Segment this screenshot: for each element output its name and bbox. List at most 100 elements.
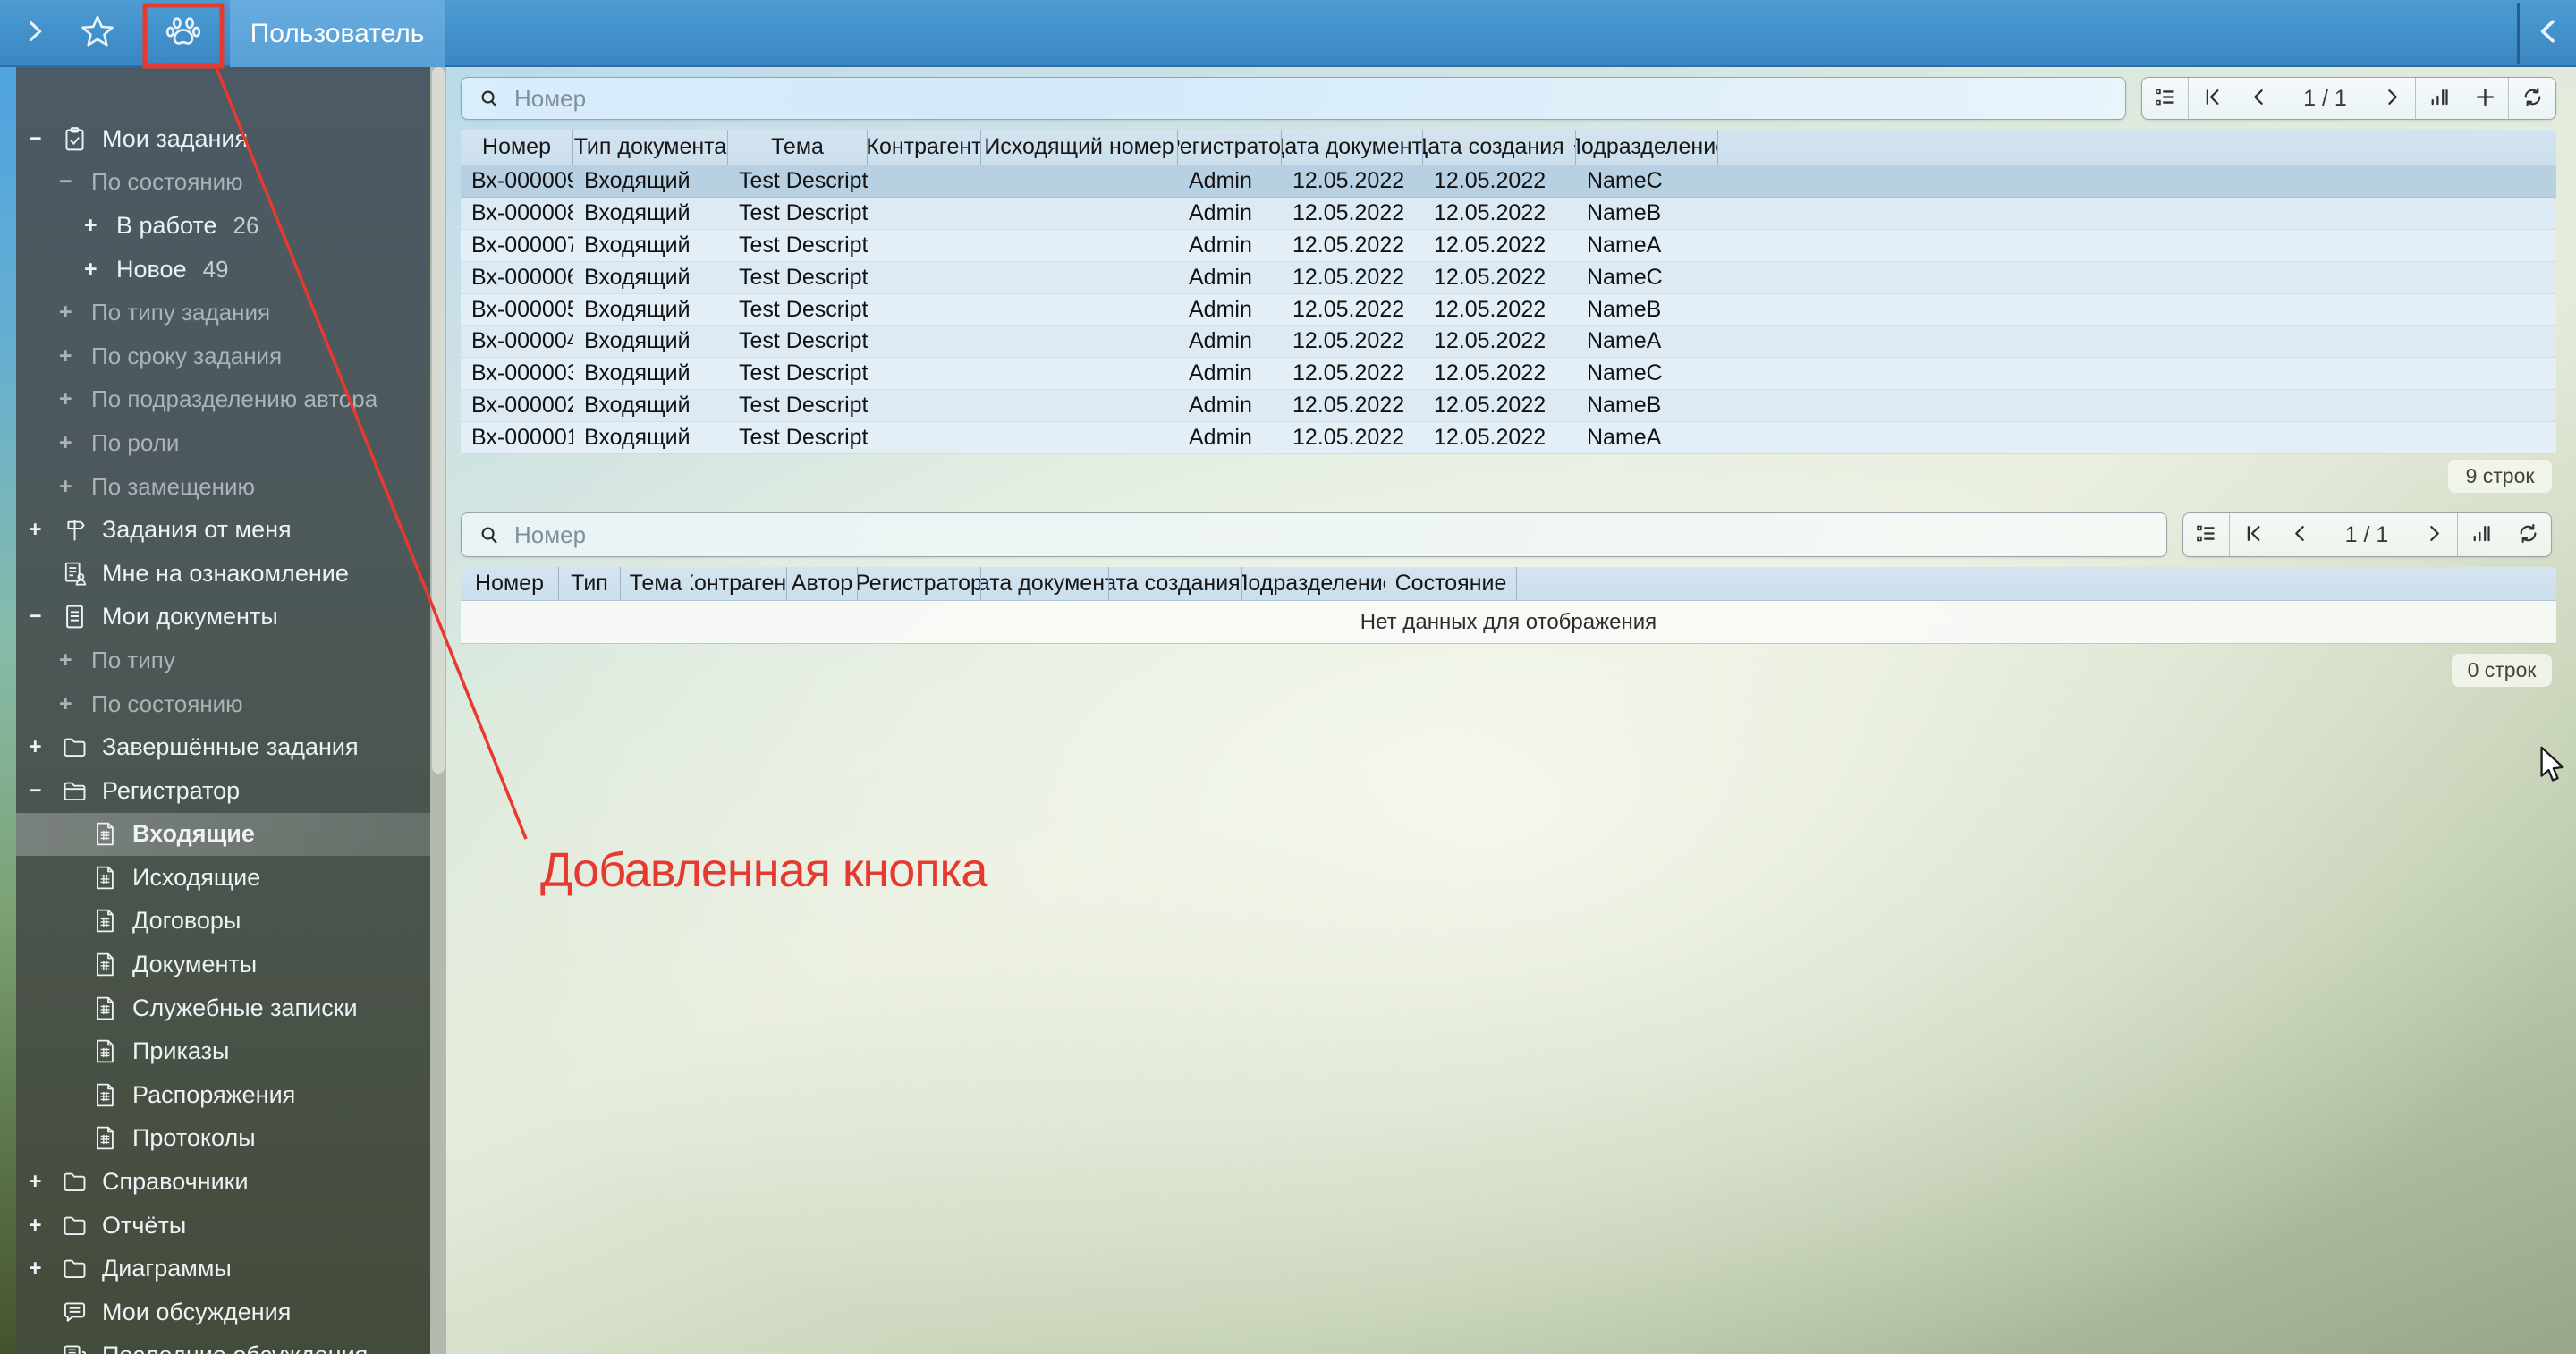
sidebar-item-reference-books[interactable]: +Справочники xyxy=(16,1160,430,1204)
sidebar-item-by-author-department[interactable]: +По подразделению автора xyxy=(16,378,430,422)
expand-icon[interactable]: + xyxy=(84,213,116,239)
sidebar-item-memos[interactable]: Служебные записки xyxy=(16,986,430,1030)
sidebar-item-incoming[interactable]: Входящие xyxy=(16,813,430,857)
column-header[interactable]: Тип xyxy=(559,567,621,600)
expand-icon[interactable]: + xyxy=(29,1169,61,1195)
refresh-button[interactable] xyxy=(2504,513,2551,556)
column-header[interactable]: Дата создания xyxy=(1109,567,1242,600)
search-input[interactable] xyxy=(514,521,2166,549)
column-header[interactable]: Дата создания xyxy=(1423,130,1576,165)
favorites-button[interactable] xyxy=(72,7,123,59)
expand-icon[interactable]: + xyxy=(59,430,91,456)
expand-icon[interactable]: + xyxy=(29,734,61,760)
table-row[interactable]: Вх-000007ВходящийTest DescriptionAdmin12… xyxy=(461,230,2556,262)
sidebar-item-for-my-review[interactable]: Мне на ознакомление xyxy=(16,552,430,596)
sidebar-item-by-type[interactable]: +По типу xyxy=(16,639,430,682)
prev-page-button[interactable] xyxy=(2276,513,2323,556)
chart-button[interactable] xyxy=(2416,78,2462,119)
column-header[interactable]: Подразделение xyxy=(1242,567,1385,600)
table-row[interactable]: Вх-000006ВходящийTest DescriptionAdmin12… xyxy=(461,262,2556,294)
sidebar-item-tasks-from-me[interactable]: +Задания от меня xyxy=(16,508,430,552)
sidebar-item-protocols[interactable]: Протоколы xyxy=(16,1117,430,1161)
prev-page-button[interactable] xyxy=(2235,78,2282,119)
table-row[interactable]: Вх-000003ВходящийTest DescriptionAdmin12… xyxy=(461,358,2556,390)
sidebar-item-by-state[interactable]: −По состоянию xyxy=(16,161,430,205)
table-row[interactable]: Вх-000002ВходящийTest DescriptionAdmin12… xyxy=(461,390,2556,422)
collapse-icon[interactable]: − xyxy=(29,778,61,804)
sidebar-item-directives[interactable]: Распоряжения xyxy=(16,1073,430,1117)
column-header[interactable]: Состояние xyxy=(1385,567,1517,600)
table-row[interactable]: Вх-000001ВходящийTest DescriptionAdmin12… xyxy=(461,422,2556,454)
sidebar-item-reports[interactable]: +Отчёты xyxy=(16,1204,430,1248)
column-header[interactable]: Исходящий номер xyxy=(981,130,1178,165)
collapse-panel-button[interactable] xyxy=(2522,7,2574,59)
tab-user[interactable]: Пользователь xyxy=(230,0,445,67)
sidebar-item-documents[interactable]: Документы xyxy=(16,943,430,986)
expand-icon[interactable]: + xyxy=(84,257,116,283)
column-header-label: Контрагент xyxy=(691,571,787,597)
expand-icon[interactable]: + xyxy=(59,691,91,717)
next-page-button[interactable] xyxy=(2368,78,2415,119)
sidebar-item-by-task-deadline[interactable]: +По сроку задания xyxy=(16,334,430,378)
expand-icon[interactable]: + xyxy=(29,1256,61,1282)
table-row[interactable]: Вх-000009ВходящийTest DescriptionAdmin12… xyxy=(461,165,2556,198)
column-header[interactable]: Тема xyxy=(728,130,868,165)
view-mode-button[interactable] xyxy=(2142,78,2189,119)
sidebar-item-orders[interactable]: Приказы xyxy=(16,1029,430,1073)
expand-icon[interactable]: + xyxy=(59,474,91,500)
expand-icon[interactable]: + xyxy=(29,517,61,543)
add-button[interactable] xyxy=(2462,78,2509,119)
column-header-label: Подразделение xyxy=(1242,571,1385,597)
sidebar-item-in-progress[interactable]: +В работе26 xyxy=(16,204,430,248)
sidebar-item-by-state-docs[interactable]: +По состоянию xyxy=(16,682,430,726)
collapse-icon[interactable]: − xyxy=(29,604,61,630)
column-header[interactable]: Контрагент xyxy=(691,567,787,600)
sidebar-item-by-task-type[interactable]: +По типу задания xyxy=(16,291,430,334)
expand-icon[interactable]: + xyxy=(59,386,91,412)
column-header[interactable]: Номер xyxy=(461,130,573,165)
expand-icon[interactable]: + xyxy=(59,647,91,673)
sidebar-item-recent-discussions[interactable]: Последние обсуждения xyxy=(16,1334,430,1354)
sidebar-item-by-substitution[interactable]: +По замещению xyxy=(16,465,430,509)
sidebar-scrollbar-thumb[interactable] xyxy=(432,67,445,774)
sidebar-scrollbar[interactable] xyxy=(430,67,446,1354)
sidebar-item-diagrams[interactable]: +Диаграммы xyxy=(16,1247,430,1291)
column-header[interactable]: Номер xyxy=(461,567,559,600)
table-row[interactable]: Вх-000004ВходящийTest DescriptionAdmin12… xyxy=(461,326,2556,358)
column-header[interactable]: Тип документа xyxy=(573,130,728,165)
refresh-button[interactable] xyxy=(2509,78,2555,119)
sidebar-item-new[interactable]: +Новое49 xyxy=(16,248,430,292)
sidebar-item-my-tasks[interactable]: −Мои задания xyxy=(16,117,430,161)
table-row[interactable]: Вх-000008ВходящийTest DescriptionAdmin12… xyxy=(461,198,2556,230)
first-page-button[interactable] xyxy=(2189,78,2235,119)
sidebar-item-outgoing[interactable]: Исходящие xyxy=(16,856,430,900)
first-page-button[interactable] xyxy=(2230,513,2276,556)
column-header[interactable]: Дата документа xyxy=(981,567,1109,600)
expand-menu-button[interactable] xyxy=(9,7,61,59)
view-mode-button[interactable] xyxy=(2183,513,2230,556)
collapse-icon[interactable]: − xyxy=(59,169,91,195)
next-page-button[interactable] xyxy=(2411,513,2457,556)
sidebar-item-registrar[interactable]: −Регистратор xyxy=(16,769,430,813)
expand-icon[interactable]: + xyxy=(59,343,91,369)
search-input[interactable] xyxy=(514,85,2125,113)
sidebar-item-my-documents[interactable]: −Мои документы xyxy=(16,596,430,639)
expand-icon[interactable]: + xyxy=(29,1213,61,1239)
column-header[interactable]: Дата документа xyxy=(1282,130,1423,165)
collapse-icon[interactable]: − xyxy=(29,126,61,152)
column-header[interactable]: Контрагент xyxy=(868,130,981,165)
column-header[interactable]: Тема xyxy=(621,567,691,600)
bar-chart-icon xyxy=(2469,521,2493,548)
column-header[interactable]: Регистратор xyxy=(1178,130,1282,165)
sidebar-item-by-role[interactable]: +По роли xyxy=(16,421,430,465)
table-row[interactable]: Вх-000005ВходящийTest DescriptionAdmin12… xyxy=(461,294,2556,326)
chart-button[interactable] xyxy=(2458,513,2504,556)
expand-icon[interactable]: + xyxy=(59,300,91,326)
sidebar-item-contracts[interactable]: Договоры xyxy=(16,900,430,944)
sidebar-item-my-discussions[interactable]: Мои обсуждения xyxy=(16,1291,430,1334)
added-paw-button[interactable] xyxy=(157,7,209,59)
column-header[interactable]: Регистратор xyxy=(858,567,981,600)
sidebar-item-completed-tasks[interactable]: +Завершённые задания xyxy=(16,725,430,769)
column-header[interactable]: Автор xyxy=(787,567,858,600)
column-header[interactable]: Подразделение xyxy=(1576,130,1718,165)
